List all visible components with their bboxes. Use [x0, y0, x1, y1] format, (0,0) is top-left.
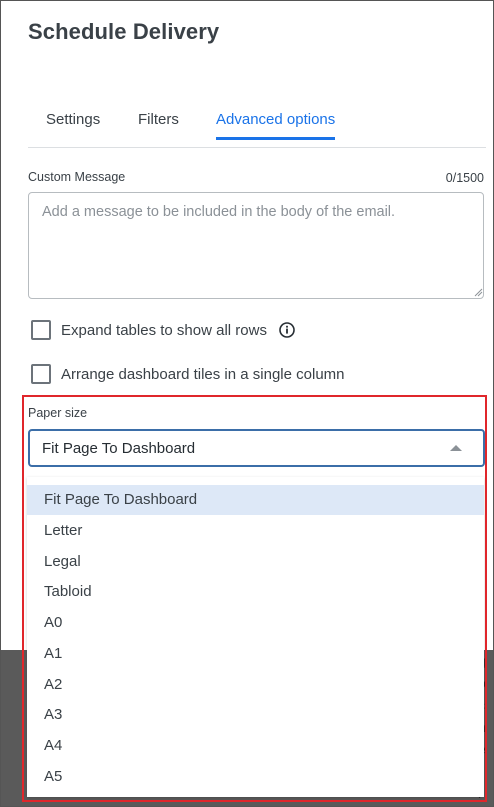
- screenshot-border: [0, 0, 494, 807]
